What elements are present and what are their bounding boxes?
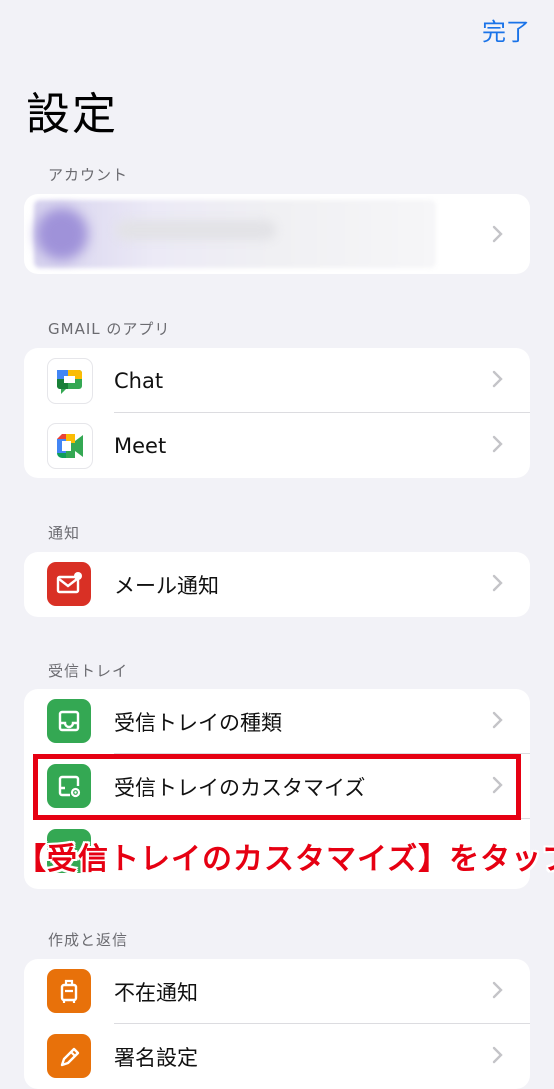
compose-card: 不在通知 署名設定 — [24, 959, 530, 1089]
section-header-compose: 作成と返信 — [48, 931, 129, 949]
settings-row-mail-notification[interactable]: メール通知 — [24, 552, 530, 617]
google-meet-icon — [47, 423, 93, 469]
google-chat-icon — [47, 358, 93, 404]
avatar — [36, 208, 88, 260]
settings-row-signature[interactable]: 署名設定 — [24, 1024, 530, 1089]
apps-card: Chat Meet — [24, 348, 530, 478]
highlight-box — [33, 754, 521, 820]
settings-row-label: Meet — [114, 433, 167, 458]
notifications-card: メール通知 — [24, 552, 530, 617]
settings-row-label: メール通知 — [114, 573, 219, 598]
instruction-callout: 【受信トレイのカスタマイズ】をタップ — [16, 842, 554, 877]
chevron-right-icon — [492, 574, 503, 592]
chevron-right-icon — [492, 711, 503, 729]
section-header-notifications: 通知 — [48, 524, 81, 542]
settings-row-inbox-type[interactable]: 受信トレイの種類 — [24, 689, 530, 754]
chevron-right-icon — [492, 225, 503, 243]
section-header-inbox: 受信トレイ — [48, 662, 129, 680]
settings-row-meet[interactable]: Meet — [24, 413, 530, 478]
suitcase-icon — [47, 969, 91, 1013]
settings-row-label: 署名設定 — [114, 1045, 198, 1070]
section-header-account: アカウント — [48, 166, 129, 184]
mail-notification-icon — [47, 562, 91, 606]
done-button[interactable]: 完了 — [482, 12, 530, 47]
chevron-right-icon — [492, 435, 503, 453]
settings-row-label: 受信トレイの種類 — [114, 710, 282, 735]
settings-row-label: 不在通知 — [114, 980, 198, 1005]
settings-row-chat[interactable]: Chat — [24, 348, 530, 413]
chevron-right-icon — [492, 370, 503, 388]
account-name-blurred — [116, 220, 276, 240]
page-title: 設定 — [26, 89, 118, 140]
settings-row-vacation-responder[interactable]: 不在通知 — [24, 959, 530, 1024]
chevron-right-icon — [492, 981, 503, 999]
pen-icon — [47, 1034, 91, 1078]
settings-row-label: Chat — [114, 368, 164, 393]
account-card[interactable] — [24, 194, 530, 274]
section-header-apps: GMAIL のアプリ — [48, 320, 171, 338]
chevron-right-icon — [492, 1046, 503, 1064]
inbox-icon — [47, 699, 91, 743]
